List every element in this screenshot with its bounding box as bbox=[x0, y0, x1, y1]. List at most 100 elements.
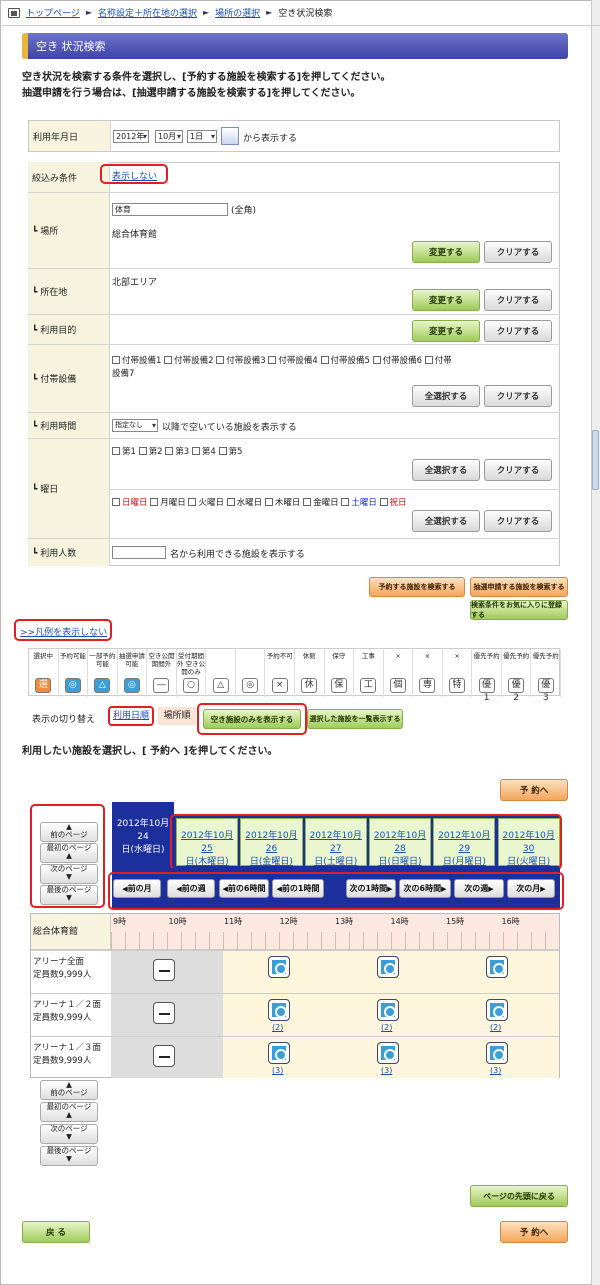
week-checkbox[interactable]: 第3 bbox=[165, 447, 189, 457]
people-input[interactable] bbox=[112, 546, 166, 559]
equipment-clear-button[interactable]: クリアする bbox=[484, 385, 552, 407]
equipment-checkbox[interactable]: 付帯設備2 bbox=[164, 356, 214, 366]
unavailable-icon[interactable] bbox=[153, 959, 175, 981]
by-place-tab[interactable]: 場所順 bbox=[158, 707, 196, 725]
to-top-button[interactable]: ページの先頭に戻る bbox=[470, 1185, 568, 1207]
unavailable-icon[interactable] bbox=[153, 1002, 175, 1024]
date-link[interactable]: 2012年10月27 日(土曜日) bbox=[306, 830, 366, 869]
date-cell[interactable]: 2012年10月27 日(土曜日) bbox=[304, 818, 367, 869]
purpose-clear-button[interactable]: クリアする bbox=[484, 320, 552, 342]
nav-button[interactable]: ◀ 前の月 bbox=[113, 879, 161, 898]
date-link[interactable]: 2012年10月28 日(日曜日) bbox=[370, 830, 430, 869]
date-cell[interactable]: 2012年10月28 日(日曜日) bbox=[368, 818, 432, 869]
breadcrumb-step2[interactable]: 名称設定＋所在地の選択 bbox=[98, 6, 197, 19]
reserve-button-top[interactable]: 予 約へ bbox=[500, 779, 568, 801]
equipment-checkbox[interactable]: 付帯設備4 bbox=[268, 356, 318, 366]
breadcrumb-home[interactable]: トップページ bbox=[26, 6, 80, 19]
nav-button[interactable]: ◀ 前の6時間 bbox=[219, 879, 269, 898]
equipment-checkbox[interactable]: 付帯設備5 bbox=[320, 356, 370, 366]
prev-page-button-bottom[interactable]: ▲ 前のページ bbox=[40, 1080, 98, 1100]
available-icon[interactable] bbox=[268, 956, 290, 978]
date-cell[interactable]: 2012年10月30 日(火曜日) bbox=[497, 818, 560, 869]
nav-button[interactable]: 次の月 ▶ bbox=[507, 879, 555, 898]
lottery-search-button[interactable]: 抽選申請する施設を検索する bbox=[470, 577, 568, 597]
day-checkbox[interactable]: 水曜日 bbox=[226, 498, 262, 508]
week-clear-button[interactable]: クリアする bbox=[484, 459, 552, 481]
prev-page-button[interactable]: ▲ 前のページ bbox=[40, 822, 98, 842]
time-select[interactable]: 指定なし bbox=[112, 419, 158, 432]
nav-button[interactable]: 次の6時間 ▶ bbox=[399, 879, 451, 898]
week-select-all-button[interactable]: 全選択する bbox=[412, 459, 480, 481]
next-page-button[interactable]: 次のページ ▼ bbox=[40, 864, 98, 884]
available-icon[interactable] bbox=[486, 956, 508, 978]
place-change-button[interactable]: 変更する bbox=[412, 241, 480, 263]
day-checkbox[interactable]: 金曜日 bbox=[303, 498, 339, 508]
place-input[interactable]: 体育 bbox=[112, 203, 228, 216]
week-checkbox[interactable]: 第5 bbox=[218, 447, 242, 457]
equipment-select-all-button[interactable]: 全選択する bbox=[412, 385, 480, 407]
date-cell[interactable]: 2012年10月26 日(金曜日) bbox=[240, 818, 303, 869]
day-checkbox[interactable]: 祝日 bbox=[379, 498, 407, 508]
week-checkbox[interactable]: 第2 bbox=[138, 447, 163, 457]
available-count[interactable]: (3) bbox=[490, 1066, 501, 1075]
date-cell[interactable]: 2012年10月29 日(月曜日) bbox=[433, 818, 496, 869]
day-checkbox[interactable]: 火曜日 bbox=[188, 498, 224, 508]
day-checkbox[interactable]: 土曜日 bbox=[341, 498, 377, 508]
available-icon[interactable] bbox=[268, 1042, 290, 1064]
available-icon[interactable] bbox=[486, 1042, 508, 1064]
date-cell[interactable]: 2012年10月25 日(木曜日) bbox=[176, 818, 239, 869]
back-button[interactable]: 戻 る bbox=[22, 1221, 90, 1243]
equipment-checkbox[interactable]: 付帯設備1 bbox=[112, 356, 161, 366]
equipment-checkbox[interactable]: 付帯設備6 bbox=[372, 356, 422, 366]
nav-button[interactable]: ◀ 前の週 bbox=[167, 879, 215, 898]
location-clear-button[interactable]: クリアする bbox=[484, 289, 552, 311]
available-icon[interactable] bbox=[268, 999, 290, 1021]
nav-button[interactable]: ◀ 前の1時間 bbox=[272, 879, 324, 898]
week-checkbox[interactable]: 第1 bbox=[112, 447, 136, 457]
breadcrumb-step3[interactable]: 場所の選択 bbox=[215, 6, 260, 19]
day-checkbox[interactable]: 日曜日 bbox=[112, 498, 148, 508]
date-link[interactable]: 2012年10月30 日(火曜日) bbox=[499, 830, 559, 869]
available-count[interactable]: (2) bbox=[490, 1023, 501, 1032]
purpose-change-button[interactable]: 変更する bbox=[412, 320, 480, 342]
available-icon[interactable] bbox=[377, 956, 399, 978]
available-count[interactable]: (3) bbox=[272, 1066, 283, 1075]
date-link[interactable]: 2012年10月26 日(金曜日) bbox=[241, 830, 301, 869]
year-select[interactable]: 2012年 bbox=[113, 130, 149, 143]
day-select[interactable]: 1日 bbox=[187, 130, 217, 143]
last-page-button[interactable]: 最後のページ ▼ bbox=[40, 885, 98, 905]
list-selected-button[interactable]: 選択した施設を一覧表示する bbox=[307, 709, 403, 729]
date-link[interactable]: 2012年10月29 日(月曜日) bbox=[434, 830, 494, 869]
day-select-all-button[interactable]: 全選択する bbox=[412, 510, 480, 532]
equipment-checkbox[interactable]: 付帯設備3 bbox=[216, 356, 266, 366]
unavailable-icon[interactable] bbox=[153, 1045, 175, 1067]
month-select[interactable]: 10月 bbox=[155, 130, 183, 143]
place-clear-button[interactable]: クリアする bbox=[484, 241, 552, 263]
available-count[interactable]: (3) bbox=[381, 1066, 392, 1075]
available-icon[interactable] bbox=[377, 1042, 399, 1064]
first-page-button[interactable]: 最初のページ ▲ bbox=[40, 843, 98, 863]
scrollbar-thumb[interactable] bbox=[592, 430, 599, 490]
favorite-button[interactable]: 検索条件をお気に入りに登録する bbox=[470, 600, 568, 620]
nav-button[interactable]: 次の週 ▶ bbox=[454, 879, 504, 898]
calendar-icon[interactable] bbox=[221, 127, 239, 145]
next-page-button-bottom[interactable]: 次のページ ▼ bbox=[40, 1124, 98, 1144]
week-checkbox[interactable]: 第4 bbox=[191, 447, 216, 457]
day-clear-button[interactable]: クリアする bbox=[484, 510, 552, 532]
location-change-button[interactable]: 変更する bbox=[412, 289, 480, 311]
day-checkbox[interactable]: 木曜日 bbox=[264, 498, 300, 508]
first-page-button-bottom[interactable]: 最初のページ ▲ bbox=[40, 1102, 98, 1122]
equipment-checkbox[interactable]: 付帯 bbox=[424, 356, 452, 366]
scrollbar[interactable] bbox=[591, 0, 600, 1285]
last-page-button-bottom[interactable]: 最後のページ ▼ bbox=[40, 1146, 98, 1166]
available-count[interactable]: (2) bbox=[272, 1023, 283, 1032]
date-link[interactable]: 2012年10月25 日(木曜日) bbox=[177, 830, 237, 869]
day-checkbox[interactable]: 月曜日 bbox=[150, 498, 186, 508]
available-count[interactable]: (2) bbox=[381, 1023, 392, 1032]
available-icon[interactable] bbox=[486, 999, 508, 1021]
search-facility-button[interactable]: 予約する施設を検索する bbox=[369, 577, 465, 597]
nav-button[interactable]: 次の1時間 ▶ bbox=[346, 879, 396, 898]
available-icon[interactable] bbox=[377, 999, 399, 1021]
reserve-button-bottom[interactable]: 予 約へ bbox=[500, 1221, 568, 1243]
by-date-tab[interactable]: 利用日順 bbox=[108, 706, 154, 726]
